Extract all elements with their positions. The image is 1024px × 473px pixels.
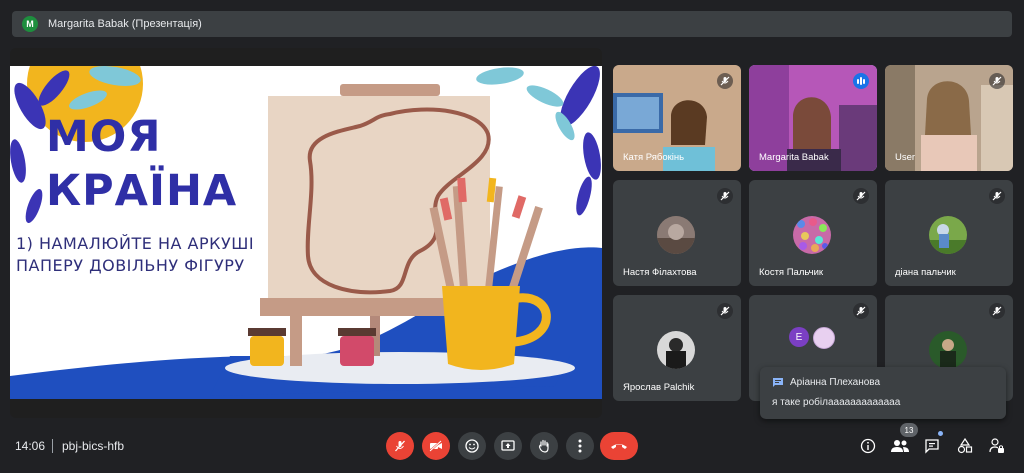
presenter-avatar: M: [22, 16, 38, 32]
slide-subtitle-line2: ПАПЕРУ ДОВІЛЬНУ ФІГУРУ: [16, 256, 245, 275]
unread-dot: [938, 431, 943, 436]
presentation-stage[interactable]: МОЯ КРАЇНА 1) НАМАЛЮЙТЕ НА АРКУШІ ПАПЕРУ…: [10, 48, 602, 418]
cup-shape: [442, 286, 520, 370]
participant-avatar: [929, 216, 967, 254]
chat-button[interactable]: [922, 436, 942, 456]
camera-off-icon: [429, 440, 442, 452]
participants-count-badge: 13: [900, 423, 918, 437]
hand-icon: [538, 439, 549, 453]
meeting-details-button[interactable]: [858, 436, 878, 456]
more-vert-icon: [578, 439, 582, 453]
divider: [52, 439, 53, 453]
chat-sender: Аріанна Плеханова: [790, 377, 881, 388]
slide-title-line1: МОЯ: [46, 112, 162, 162]
participant-name: Настя Філахтова: [623, 267, 697, 278]
participant-name: Костя Пальчик: [759, 267, 824, 278]
participant-tile[interactable]: User: [885, 65, 1013, 171]
hang-up-icon: [611, 444, 627, 449]
participant-avatar: E: [789, 327, 809, 347]
people-icon: [891, 440, 909, 452]
chat-message-icon: [772, 376, 784, 394]
mic-off-icon: [853, 188, 869, 204]
mic-off-icon: [989, 73, 1005, 89]
mic-off-icon: [395, 440, 405, 452]
emoji-icon: [465, 439, 479, 453]
reactions-button[interactable]: [458, 432, 486, 460]
participant-tile[interactable]: Настя Філахтова: [613, 180, 741, 286]
slide-subtitle-line1: 1) НАМАЛЮЙТЕ НА АРКУШІ: [16, 234, 255, 253]
participant-tile[interactable]: Катя Рябокінь: [613, 65, 741, 171]
presenter-title: Margarita Babak (Презентація): [48, 18, 202, 30]
presentation-slide: МОЯ КРАЇНА 1) НАМАЛЮЙТЕ НА АРКУШІ ПАПЕРУ…: [10, 66, 602, 399]
participant-name: діана пальчик: [895, 267, 956, 278]
slide-title-line2: КРАЇНА: [46, 166, 238, 216]
chat-notification[interactable]: Аріанна Плеханова я таке робілаааааааааа…: [760, 367, 1006, 419]
presenter-bar: M Margarita Babak (Презентація): [12, 11, 1012, 37]
participant-name: Margarita Babak: [759, 152, 829, 163]
mic-toggle-button[interactable]: [386, 432, 414, 460]
participant-avatar: [657, 331, 695, 369]
participant-name: Катя Рябокінь: [623, 152, 685, 163]
meeting-code: pbj-bics-hfb: [62, 439, 125, 453]
more-options-button[interactable]: [566, 432, 594, 460]
leave-call-button[interactable]: [600, 432, 638, 460]
activities-icon: [957, 438, 973, 454]
mic-off-icon: [717, 73, 733, 89]
mic-off-icon: [853, 303, 869, 319]
participant-avatar: [929, 331, 967, 369]
info-icon: [860, 438, 876, 454]
mic-off-icon: [717, 188, 733, 204]
chat-message: я таке робілааааааааааааа: [772, 397, 901, 408]
chat-icon: [925, 439, 939, 454]
host-controls-button[interactable]: [987, 436, 1007, 456]
mic-off-icon: [989, 188, 1005, 204]
mic-off-icon: [717, 303, 733, 319]
participant-tile[interactable]: Margarita Babak: [749, 65, 877, 171]
participant-avatar: [793, 216, 831, 254]
participant-name: User: [895, 152, 916, 163]
participant-name: Ярослав Palchik: [623, 382, 695, 393]
people-button[interactable]: [890, 436, 910, 456]
activities-button[interactable]: [955, 436, 975, 456]
clock-time: 14:06: [15, 439, 46, 453]
participant-tile[interactable]: Костя Пальчик: [749, 180, 877, 286]
camera-toggle-button[interactable]: [422, 432, 450, 460]
participant-tile[interactable]: діана пальчик: [885, 180, 1013, 286]
speaking-indicator-icon: [853, 73, 869, 89]
participant-avatar: [657, 216, 695, 254]
present-icon: [501, 440, 515, 451]
mic-off-icon: [989, 303, 1005, 319]
present-screen-button[interactable]: [494, 432, 522, 460]
raise-hand-button[interactable]: [530, 432, 558, 460]
participant-tile[interactable]: Ярослав Palchik: [613, 295, 741, 401]
participant-avatar: [813, 327, 835, 349]
lock-person-icon: [989, 438, 1004, 453]
bottom-toolbar: 14:06 pbj-bics-hfb 13: [0, 423, 1024, 473]
